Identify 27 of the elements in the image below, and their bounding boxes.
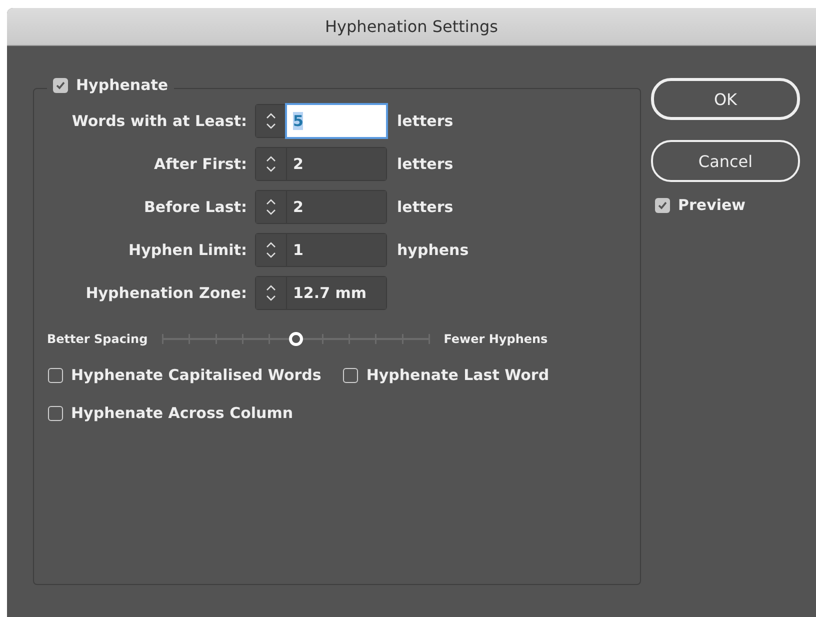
checkbox[interactable]: [48, 368, 63, 382]
checkbox[interactable]: [343, 368, 358, 382]
checkbox-label: Preview: [678, 196, 746, 214]
slider-label: Fewer Hyphens: [444, 332, 548, 346]
unit-label: letters: [396, 112, 454, 130]
field-label: After First:: [154, 155, 247, 173]
checkbox[interactable]: [48, 406, 63, 420]
checkbox[interactable]: [53, 78, 68, 92]
checkbox-label: Hyphenate: [76, 76, 168, 94]
unit-label: letters: [396, 155, 454, 173]
checkbox-label: Hyphenate Across Column: [71, 404, 294, 422]
checkbox[interactable]: [655, 198, 670, 212]
field-label: Before Last:: [144, 198, 247, 216]
slider-thumb[interactable]: [288, 332, 303, 346]
cancel-button[interactable]: Cancel: [651, 140, 800, 182]
checkbox-label: Hyphenate Capitalised Words: [71, 366, 322, 384]
field-label: Hyphenation Zone:: [86, 284, 247, 302]
checkmark-icon: [55, 80, 66, 90]
checkbox-label: Hyphenate Last Word: [366, 366, 550, 384]
window-title: Hyphenation Settings: [325, 17, 498, 36]
unit-label: hyphens: [396, 241, 469, 259]
field-label: Hyphen Limit:: [128, 241, 247, 259]
ok-button[interactable]: OK: [651, 78, 800, 120]
slider-label: Better Spacing: [47, 332, 148, 346]
field-label: Words with at Least:: [72, 112, 247, 130]
unit-label: letters: [396, 198, 454, 216]
checkmark-icon: [657, 200, 668, 210]
